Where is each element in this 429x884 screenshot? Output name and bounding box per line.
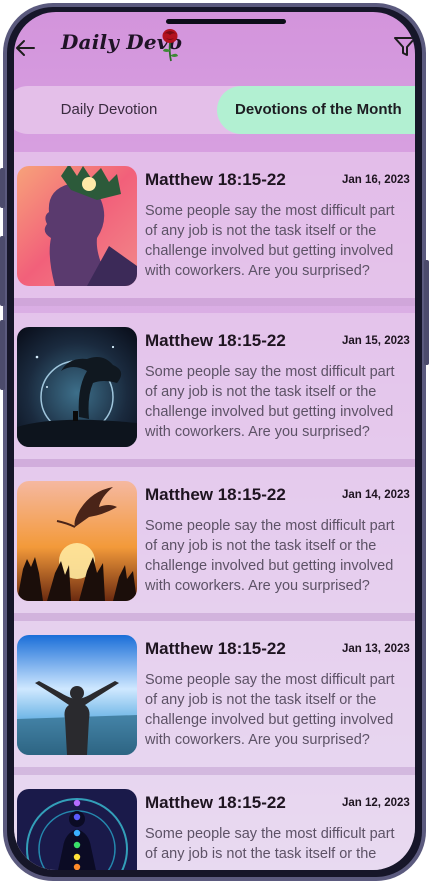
phone-side-button (0, 168, 5, 208)
devotion-card[interactable]: Matthew 18:15-22 Jan 14, 2023 Some peopl… (14, 467, 415, 613)
devotion-reference: Matthew 18:15-22 (145, 331, 286, 350)
arrow-left-icon[interactable] (14, 36, 38, 60)
excerpt-line: of any job is not the task itself or the (145, 846, 377, 862)
excerpt-line: Some people say the most difficult part (145, 826, 395, 842)
devotion-excerpt: Some people say the most difficult part … (145, 516, 415, 596)
excerpt-line: Some people say the most difficult part (145, 203, 395, 219)
devotion-excerpt: Some people say the most difficult part … (145, 670, 415, 750)
card-divider (14, 613, 415, 621)
excerpt-line: of any job is not the task itself or the (145, 692, 377, 708)
phone-side-button (0, 320, 5, 390)
card-divider (14, 298, 415, 306)
devotion-date: Jan 16, 2023 (342, 174, 410, 186)
devotion-thumbnail (17, 481, 137, 601)
devotion-card[interactable]: Matthew 18:15-22 Jan 12, 2023 Some peopl… (14, 775, 415, 870)
tab-bar: Daily Devotion Devotions of the Month (14, 86, 415, 134)
devotion-date: Jan 12, 2023 (342, 797, 410, 809)
tab-devotions-of-the-month[interactable]: Devotions of the Month (217, 86, 415, 134)
devotion-date: Jan 13, 2023 (342, 643, 410, 655)
speaker-notch (166, 19, 286, 24)
excerpt-line: with coworkers. Are you surprised? (145, 578, 370, 594)
excerpt-line: of any job is not the task itself or the (145, 538, 377, 554)
excerpt-line: with coworkers. Are you surprised? (145, 424, 370, 440)
devotion-thumbnail (17, 327, 137, 447)
phone-side-button (424, 260, 429, 365)
devotion-thumbnail (17, 789, 137, 870)
excerpt-line: Some people say the most difficult part (145, 672, 395, 688)
devotion-reference: Matthew 18:15-22 (145, 639, 286, 658)
devotion-card[interactable]: Matthew 18:15-22 Jan 16, 2023 Some peopl… (14, 152, 415, 298)
devotion-reference: Matthew 18:15-22 (145, 170, 286, 189)
devotion-thumbnail (17, 635, 137, 755)
phone-side-button (0, 236, 5, 306)
excerpt-line: of any job is not the task itself or the (145, 223, 377, 239)
devotion-reference: Matthew 18:15-22 (145, 485, 286, 504)
excerpt-line: with coworkers. Are you surprised? (145, 263, 370, 279)
excerpt-line: Some people say the most difficult part (145, 364, 395, 380)
devotion-thumbnail (17, 166, 137, 286)
devotion-card[interactable]: Matthew 18:15-22 Jan 13, 2023 Some peopl… (14, 621, 415, 767)
devotion-excerpt: Some people say the most difficult part … (145, 824, 415, 864)
excerpt-line: challenge involved but getting involved (145, 712, 394, 728)
card-divider (14, 767, 415, 775)
rose-icon (159, 28, 181, 62)
devotion-date: Jan 15, 2023 (342, 335, 410, 347)
devotion-card[interactable]: Matthew 18:15-22 Jan 15, 2023 Some peopl… (14, 313, 415, 459)
devotion-excerpt: Some people say the most difficult part … (145, 362, 415, 442)
excerpt-line: Some people say the most difficult part (145, 518, 395, 534)
card-divider (14, 459, 415, 467)
excerpt-line: challenge involved but getting involved (145, 404, 394, 420)
devotion-reference: Matthew 18:15-22 (145, 793, 286, 812)
excerpt-line: of any job is not the task itself or the (145, 384, 377, 400)
excerpt-line: with coworkers. Are you surprised? (145, 732, 370, 748)
excerpt-line: challenge involved but getting involved (145, 243, 394, 259)
devotion-date: Jan 14, 2023 (342, 489, 410, 501)
tab-daily-devotion[interactable]: Daily Devotion (14, 86, 204, 134)
app-screen: Daily Devo Daily Devotion Devotions of t… (14, 12, 415, 870)
excerpt-line: challenge involved but getting involved (145, 558, 394, 574)
devotion-excerpt: Some people say the most difficult part … (145, 201, 415, 281)
filter-icon[interactable] (392, 34, 415, 60)
